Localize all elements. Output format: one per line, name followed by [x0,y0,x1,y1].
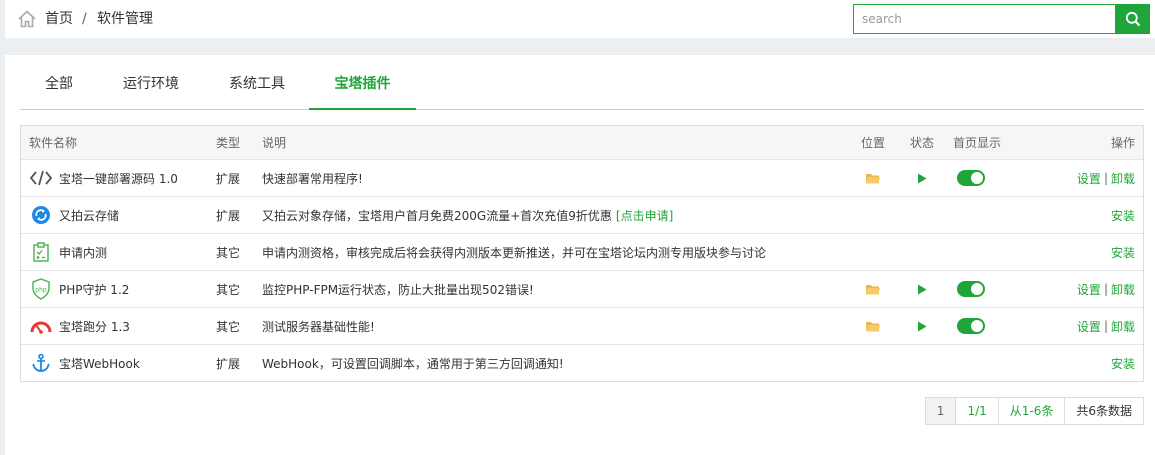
op-separator: | [1103,171,1108,185]
software-name: 申请内测 [59,245,108,260]
table-header: 软件名称 类型 说明 位置 状态 首页显示 操作 [21,126,1143,160]
table-row: 宝塔一键部署源码 1.0 扩展 快速部署常用程序! 设置 | 卸载 [21,160,1143,197]
tab-bt-plugins[interactable]: 宝塔插件 [309,55,416,110]
apply-link[interactable]: [点击申请] [616,207,673,224]
software-name: 宝塔一键部署源码 1.0 [59,171,178,186]
software-name: 又拍云存储 [59,208,120,223]
software-table: 软件名称 类型 说明 位置 状态 首页显示 操作 宝塔一键部署源码 1.0 扩展… [20,125,1144,382]
page-current[interactable]: 1 [925,398,957,424]
install-link[interactable]: 安装 [1111,244,1135,261]
anchor-icon [29,351,53,375]
folder-icon[interactable] [866,284,880,295]
software-desc: 快速部署常用程序! [262,171,363,186]
category-tabs: 全部 运行环境 系统工具 宝塔插件 [20,55,1144,110]
software-type: 其它 [216,282,241,297]
software-type: 扩展 [216,208,241,223]
uninstall-link[interactable]: 卸载 [1111,170,1135,187]
code-icon [29,166,53,190]
op-separator: | [1103,282,1108,296]
home-display-toggle[interactable] [957,318,985,334]
table-row: 申请内测 其它 申请内测资格，审核完成后将会获得内测版本更新推送，并可在宝塔论坛… [21,234,1143,271]
php-shield-icon: php [29,277,53,301]
gauge-icon [29,314,53,338]
search-icon [1125,11,1140,27]
software-name: PHP守护 1.2 [59,282,130,297]
clipboard-icon [29,240,53,264]
search-button[interactable] [1115,4,1150,34]
breadcrumb-separator: / [82,11,87,27]
table-row: php PHP守护 1.2 其它 监控PHP-FPM运行状态，防止大批量出现50… [21,271,1143,308]
header-name[interactable]: 软件名称 [29,126,77,159]
home-display-toggle[interactable] [957,281,985,297]
install-link[interactable]: 安装 [1111,207,1135,224]
software-panel: 全部 运行环境 系统工具 宝塔插件 软件名称 类型 说明 位置 状态 首页显示 … [5,55,1155,455]
uninstall-link[interactable]: 卸载 [1111,318,1135,335]
software-desc: WebHook，可设置回调脚本，通常用于第三方回调通知! [262,356,564,371]
settings-link[interactable]: 设置 [1077,281,1101,298]
folder-icon[interactable] [866,321,880,332]
op-separator: | [1103,319,1108,333]
svg-text:php: php [35,287,47,294]
software-name: 宝塔WebHook [59,356,140,371]
search-input[interactable] [853,4,1115,34]
play-icon[interactable] [917,321,927,332]
software-desc: 申请内测资格，审核完成后将会获得内测版本更新推送，并可在宝塔论坛内测专用版块参与… [262,245,767,260]
install-link[interactable]: 安装 [1111,355,1135,372]
tab-all[interactable]: 全部 [20,55,98,110]
page-range[interactable]: 从1-6条 [998,398,1066,424]
play-icon[interactable] [917,173,927,184]
page-count[interactable]: 1/1 [956,398,999,424]
software-type: 扩展 [216,356,241,371]
play-icon[interactable] [917,284,927,295]
software-desc: 又拍云对象存储，宝塔用户首月免费200G流量+首次充值9折优惠 [262,208,612,223]
table-row: 宝塔WebHook 扩展 WebHook，可设置回调脚本，通常用于第三方回调通知… [21,345,1143,381]
upyun-icon [29,203,53,227]
settings-link[interactable]: 设置 [1077,170,1101,187]
top-bar: 首页 / 软件管理 [5,0,1155,38]
settings-link[interactable]: 设置 [1077,318,1101,335]
header-ops: 操作 [1110,136,1135,150]
home-icon[interactable] [17,9,37,29]
pagination: 1 1/1 从1-6条 共6条数据 [924,397,1144,425]
table-row: 宝塔跑分 1.3 其它 测试服务器基础性能! 设置 | 卸载 [21,308,1143,345]
header-type: 类型 [216,136,241,150]
header-location: 位置 [861,136,886,150]
software-desc: 监控PHP-FPM运行状态，防止大批量出现502错误! [262,282,534,297]
software-type: 扩展 [216,171,241,186]
header-home-display: 首页显示 [953,136,1002,150]
uninstall-link[interactable]: 卸载 [1111,281,1135,298]
home-display-toggle[interactable] [957,170,985,186]
header-status: 状态 [909,136,934,150]
table-row: 又拍云存储 扩展 又拍云对象存储，宝塔用户首月免费200G流量+首次充值9折优惠… [21,197,1143,234]
page-total: 共6条数据 [1065,398,1143,424]
tab-runtime[interactable]: 运行环境 [106,55,196,110]
breadcrumb-current: 软件管理 [97,11,153,27]
software-type: 其它 [216,319,241,334]
folder-icon[interactable] [866,173,880,184]
software-desc: 测试服务器基础性能! [262,319,375,334]
tab-system-tools[interactable]: 系统工具 [212,55,302,110]
header-desc: 说明 [262,136,287,150]
software-type: 其它 [216,245,241,260]
software-name: 宝塔跑分 1.3 [59,319,130,334]
breadcrumb-home[interactable]: 首页 [45,10,73,28]
